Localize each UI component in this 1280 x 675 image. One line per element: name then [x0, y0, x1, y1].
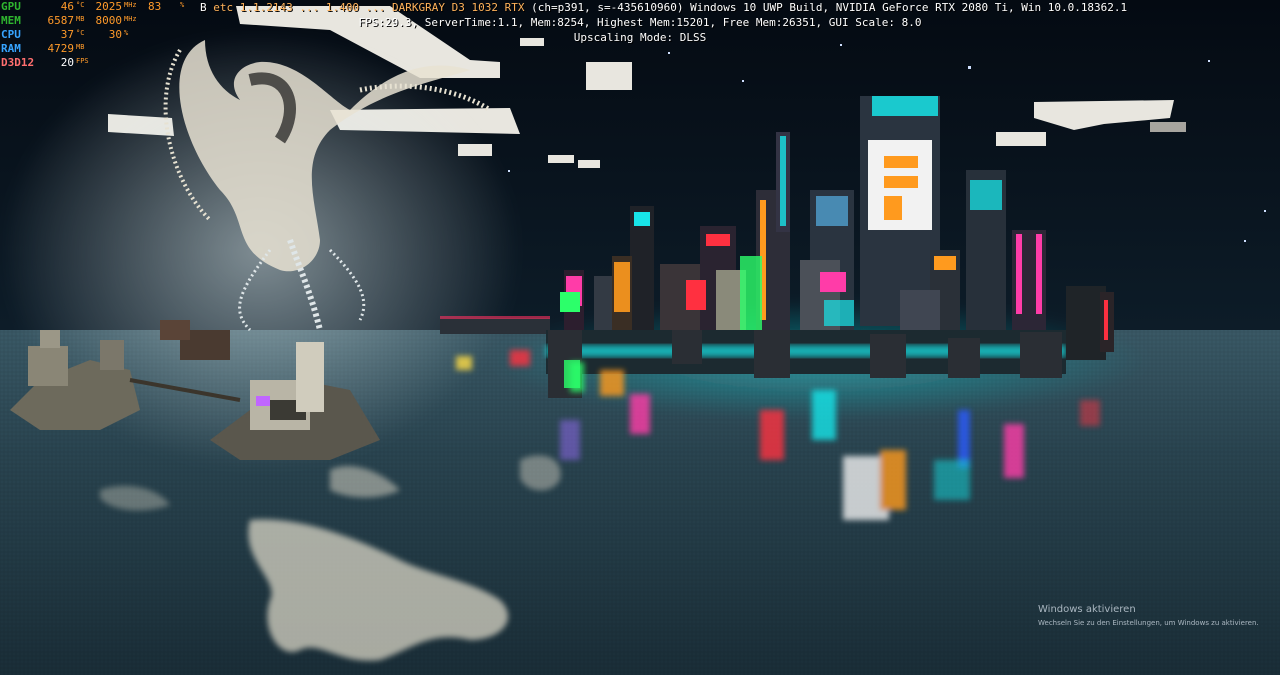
- performance-osd: GPU 46 °C 2025 MHz 83% MEM 6587 MB 8000 MHz CPU 37 °C…: [0, 0, 184, 70]
- osd-value-1: 4729: [47, 42, 75, 55]
- debug-line-1: B etc 1.1.2143 ... 1.400 ... DARKGRAY D3…: [200, 0, 1127, 15]
- debug-line-2: FPS:29.3, ServerTime:1.1, Mem:8254, High…: [358, 16, 922, 29]
- osd-value-1: 37: [60, 28, 74, 41]
- osd-row-gpu: GPU 46 °C 2025 MHz 83%: [0, 0, 184, 14]
- debug-overlay: B etc 1.1.2143 ... 1.400 ... DARKGRAY D3…: [200, 0, 1127, 45]
- osd-value-2: 8000: [95, 14, 123, 27]
- osd-value-1: 46: [60, 0, 74, 13]
- watermark-subtitle: Wechseln Sie zu den Einstellungen, um Wi…: [1038, 619, 1259, 627]
- debug-line-1-orange: etc 1.1.2143 ... 1.400 ... DARKGRAY D3 1…: [213, 1, 525, 14]
- osd-label: MEM: [1, 14, 21, 27]
- osd-value-2: 2025: [95, 0, 123, 13]
- debug-line-3: Upscaling Mode: DLSS: [573, 31, 707, 44]
- osd-row-d3d12: D3D12 20 FPS: [0, 56, 170, 70]
- osd-unit-1: MB: [76, 15, 85, 23]
- osd-unit-2: MHz: [124, 15, 137, 23]
- osd-row-cpu: CPU 37 °C 30%: [0, 28, 170, 42]
- osd-unit-1: °C: [76, 29, 85, 37]
- osd-unit-1: FPS: [76, 57, 89, 65]
- osd-unit-2: %: [124, 29, 129, 37]
- debug-line-1-prefix: B: [200, 1, 207, 14]
- osd-row-mem: MEM 6587 MB 8000 MHz: [0, 14, 170, 28]
- debug-line-1-suffix: (ch=p391, s=-435610960) Windows 10 UWP B…: [531, 1, 1128, 14]
- osd-value-3: 83: [148, 0, 162, 13]
- watermark-title: Windows aktivieren: [1038, 604, 1136, 615]
- osd-label: GPU: [1, 0, 21, 13]
- osd-value-2: 30: [108, 28, 122, 41]
- osd-unit-1: MB: [76, 43, 85, 51]
- osd-label: RAM: [1, 42, 21, 55]
- game-viewport[interactable]: GPU 46 °C 2025 MHz 83% MEM 6587 MB 8000 MHz CPU 37 °C…: [0, 0, 1280, 675]
- osd-label: CPU: [1, 28, 21, 41]
- osd-unit-1: °C: [76, 1, 85, 9]
- game-scene: [0, 0, 1280, 675]
- distant-bridge: [440, 318, 550, 334]
- osd-value-1: 20: [60, 56, 74, 69]
- windows-activation-watermark: Windows aktivieren Wechseln Sie zu den E…: [1038, 604, 1259, 630]
- osd-value-1: 6587: [47, 14, 75, 27]
- osd-label: D3D12: [1, 56, 35, 69]
- osd-unit-3: %: [180, 1, 185, 9]
- osd-unit-2: MHz: [124, 1, 137, 9]
